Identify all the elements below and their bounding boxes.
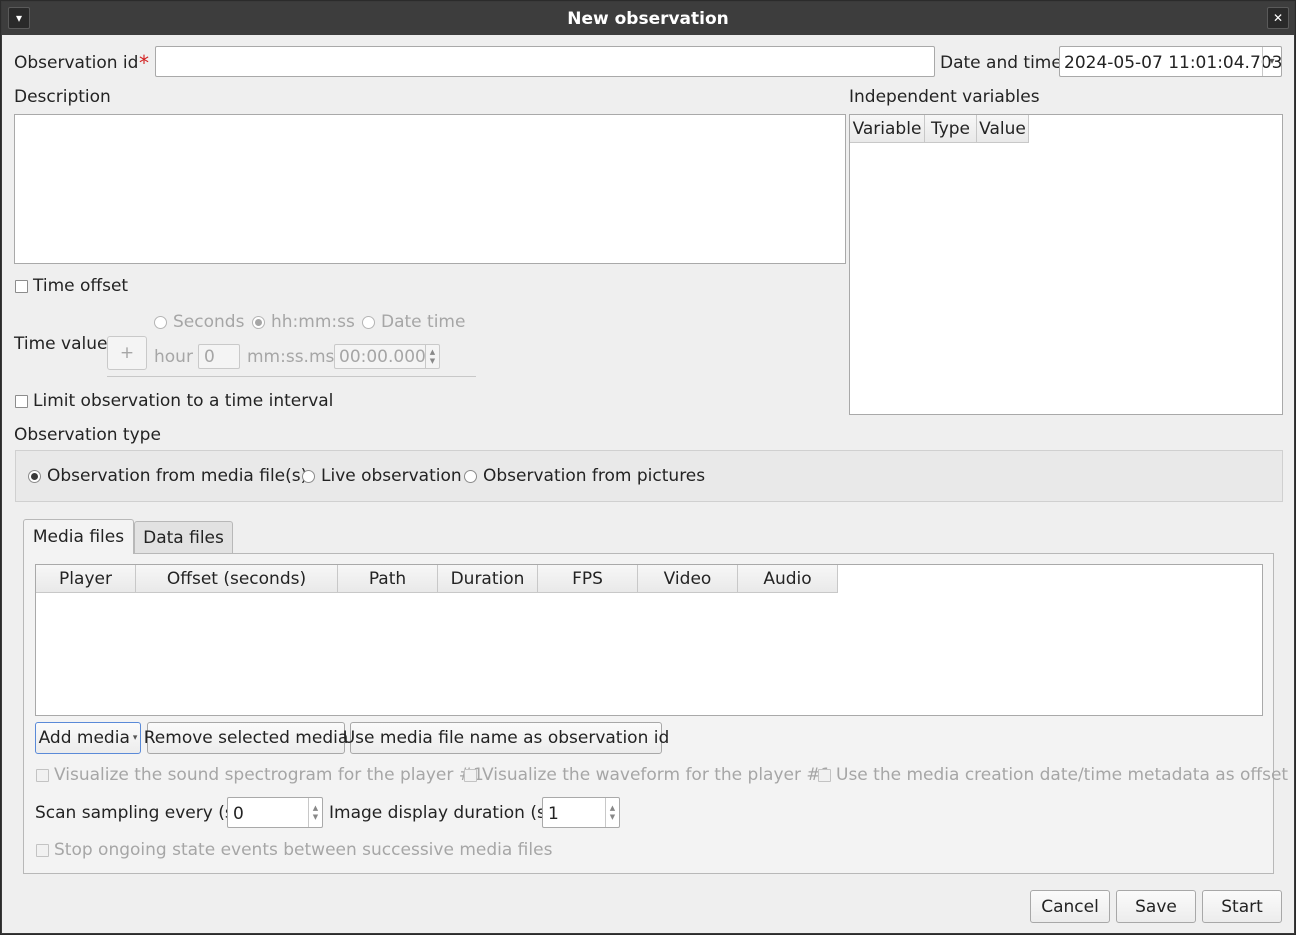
date-time-label: Date and time [940, 53, 1062, 73]
spectrogram-label: Visualize the sound spectrogram for the … [54, 765, 484, 785]
media-observation-label: Observation from media file(s) [47, 466, 308, 486]
stop-ongoing-checkbox[interactable] [36, 844, 49, 857]
media-files-table[interactable]: Player Offset (seconds) Path Duration FP… [35, 564, 1263, 716]
creation-date-checkbox[interactable] [818, 769, 831, 782]
column-header-video[interactable]: Video [638, 565, 738, 593]
chevron-down-icon[interactable]: ▾ [1262, 47, 1281, 76]
waveform-label: Visualize the waveform for the player #1 [482, 765, 832, 785]
column-header-path[interactable]: Path [338, 565, 438, 593]
column-header-offset[interactable]: Offset (seconds) [136, 565, 338, 593]
format-seconds-radio[interactable] [154, 316, 167, 329]
time-value-divider [107, 376, 476, 377]
hour-input[interactable]: 0 [198, 344, 240, 369]
pictures-observation-label: Observation from pictures [483, 466, 706, 486]
creation-date-label: Use the media creation date/time metadat… [836, 765, 1289, 785]
date-time-input[interactable]: 2024-05-07 11:01:04.703 ▾ [1059, 46, 1282, 77]
spin-arrows-icon[interactable]: ▲ ▼ [308, 798, 322, 827]
column-header-player[interactable]: Player [36, 565, 136, 593]
scan-sampling-spinbox[interactable]: 0 ▲ ▼ [227, 797, 323, 828]
pictures-observation-radio[interactable] [464, 470, 477, 483]
mmss-label: mm:ss.ms [247, 347, 335, 367]
format-hhmmss-radio[interactable] [252, 316, 265, 329]
image-duration-spinbox[interactable]: 1 ▲ ▼ [542, 797, 620, 828]
cancel-button[interactable]: Cancel [1030, 890, 1110, 923]
window-menu-button[interactable]: ▾ [8, 7, 30, 29]
tab-media-files[interactable]: Media files [23, 519, 134, 554]
observation-id-input[interactable] [155, 46, 935, 77]
limit-interval-label: Limit observation to a time interval [33, 391, 334, 411]
add-media-button[interactable]: Add media ▾ [35, 722, 141, 754]
observation-id-label: Observation id [14, 53, 139, 73]
tab-data-files[interactable]: Data files [134, 521, 233, 553]
media-observation-radio[interactable] [28, 470, 41, 483]
observation-type-group: Observation from media file(s) Live obse… [15, 450, 1283, 502]
required-mark: * [139, 51, 149, 75]
time-value-label: Time value [14, 334, 108, 354]
time-offset-label: Time offset [33, 276, 129, 296]
sign-toggle-button[interactable]: + [107, 336, 147, 370]
format-datetime-label: Date time [381, 312, 466, 332]
waveform-checkbox[interactable] [464, 769, 477, 782]
media-files-panel: Player Offset (seconds) Path Duration FP… [23, 553, 1288, 874]
chevron-down-icon: ▾ [132, 733, 138, 743]
time-offset-checkbox[interactable] [15, 280, 28, 293]
start-button[interactable]: Start [1202, 890, 1282, 923]
format-datetime-radio[interactable] [362, 316, 375, 329]
independent-variables-label: Independent variables [849, 87, 1040, 107]
remove-selected-media-button[interactable]: Remove selected media [144, 722, 348, 754]
live-observation-radio[interactable] [302, 470, 315, 483]
date-time-value: 2024-05-07 11:01:04.703 [1064, 53, 1283, 73]
spectrogram-checkbox[interactable] [36, 769, 49, 782]
live-observation-label: Live observation [321, 466, 462, 486]
column-header-fps[interactable]: FPS [538, 565, 638, 593]
limit-interval-checkbox[interactable] [15, 395, 28, 408]
column-header-value[interactable]: Value [977, 115, 1029, 143]
use-media-name-button[interactable]: Use media file name as observation id [343, 722, 669, 754]
chevron-down-icon: ▾ [15, 11, 23, 25]
spin-arrows-icon[interactable]: ▲ ▼ [425, 345, 439, 368]
column-header-variable[interactable]: Variable [850, 115, 925, 143]
description-textarea[interactable] [14, 114, 846, 264]
format-hhmmss-label: hh:mm:ss [271, 312, 355, 332]
close-button[interactable]: ✕ [1267, 7, 1289, 29]
stop-ongoing-label: Stop ongoing state events between succes… [54, 840, 553, 860]
close-icon: ✕ [1272, 11, 1284, 25]
column-header-duration[interactable]: Duration [438, 565, 538, 593]
new-observation-dialog: ▾ New observation ✕ Observation id * Dat… [1, 1, 1295, 934]
independent-variables-table[interactable]: Variable Type Value [849, 114, 1283, 415]
save-button[interactable]: Save [1116, 890, 1196, 923]
mmss-spinbox[interactable]: 00:00.000 ▲ ▼ [334, 344, 440, 369]
spin-arrows-icon[interactable]: ▲ ▼ [605, 798, 619, 827]
title-bar: ▾ New observation ✕ [2, 2, 1294, 35]
hour-label: hour [154, 347, 193, 367]
format-seconds-label: Seconds [173, 312, 245, 332]
image-duration-label: Image display duration (s) [329, 803, 553, 823]
scan-sampling-label: Scan sampling every (s) [35, 803, 241, 823]
observation-type-label: Observation type [14, 425, 161, 445]
window-title: New observation [567, 8, 729, 29]
description-label: Description [14, 87, 111, 107]
column-header-type[interactable]: Type [925, 115, 977, 143]
column-header-audio[interactable]: Audio [738, 565, 838, 593]
